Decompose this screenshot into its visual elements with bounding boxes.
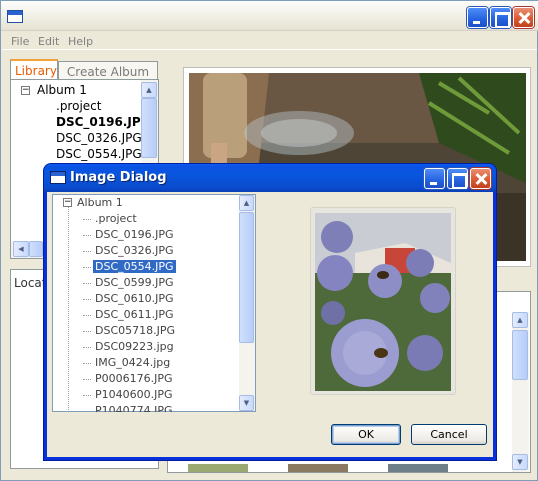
tree-item-label: DSC_0196.JPG: [95, 228, 174, 241]
tree-item[interactable]: P0006176.JPG: [53, 371, 238, 387]
tree-item-label: IMG_0424.jpg: [95, 356, 171, 369]
tree-item-label: .project: [56, 99, 102, 113]
tree-item[interactable]: DSC09223.jpg: [53, 339, 238, 355]
tree-item-label: DSC_0599.JPG: [95, 276, 174, 289]
tree-item[interactable]: IMG_0424.jpg: [53, 355, 238, 371]
tree-item[interactable]: .project: [53, 211, 238, 227]
scroll-down-button[interactable]: ▼: [239, 395, 254, 411]
tree-item-label: DSC_0326.JPG: [95, 244, 174, 257]
scroll-left-button[interactable]: ◀: [13, 241, 29, 257]
tree-item-label: DSC09223.jpg: [95, 340, 174, 353]
collapse-icon[interactable]: −: [63, 198, 72, 207]
maximize-button[interactable]: [490, 7, 511, 28]
tree-item[interactable]: DSC_0610.JPG: [53, 291, 238, 307]
tree-item-label: DSC_0554.JPG: [93, 260, 176, 273]
tree-root-label: Album 1: [77, 196, 123, 209]
tree-item-label: DSC_0326.JPG: [56, 131, 142, 145]
chevron-left-icon: ◀: [18, 244, 24, 253]
tab-library[interactable]: Library: [10, 59, 58, 79]
tree-item-label: DSC_0610.JPG: [95, 292, 174, 305]
tree-item-label: P0006176.JPG: [95, 372, 173, 385]
main-titlebar[interactable]: [1, 1, 538, 31]
tree-item-label: P1040600.JPG: [95, 388, 173, 401]
menu-help[interactable]: Help: [68, 35, 93, 48]
dialog-maximize-button[interactable]: [447, 168, 468, 189]
image-preview-frame: [310, 207, 456, 395]
tree-item[interactable]: DSC_0599.JPG: [53, 275, 238, 291]
tree-root[interactable]: − Album 1: [11, 83, 141, 99]
thumbnail[interactable]: [188, 464, 248, 472]
preview-image: [315, 213, 451, 391]
cancel-button[interactable]: Cancel: [411, 424, 487, 445]
dialog-window-icon: [50, 171, 66, 184]
tree-item-label: .project: [95, 212, 137, 225]
tree-item[interactable]: .project: [11, 99, 141, 115]
chevron-down-icon: ▼: [517, 457, 523, 466]
chevron-up-icon: ▲: [243, 198, 250, 207]
tree-item[interactable]: DSC_0326.JPG: [53, 243, 238, 259]
tree-item[interactable]: DSC_0196.JPG: [53, 227, 238, 243]
dialog-tree-vscroll[interactable]: ▲ ▼: [239, 195, 255, 411]
tree-item-selected[interactable]: DSC_0554.JPG: [53, 259, 238, 275]
scroll-up-button[interactable]: ▲: [239, 195, 254, 211]
thumbnail[interactable]: [388, 464, 448, 472]
tree-item-label: DSC_0196.JPG: [56, 115, 151, 129]
tree-item[interactable]: DSC_0326.JPG: [11, 131, 142, 147]
tree-item-label: DSC_0611.JPG: [95, 308, 174, 321]
tree-item-label: DSC_0554.JPG: [56, 147, 142, 161]
dialog-minimize-button[interactable]: [424, 168, 445, 189]
tree-item[interactable]: DSC_0196.JPG: [11, 115, 150, 131]
scroll-thumb[interactable]: [512, 330, 528, 380]
tree-root[interactable]: − Album 1: [53, 195, 238, 211]
chevron-up-icon: ▲: [146, 85, 152, 94]
thumbs-vscroll[interactable]: ▲ ▼: [512, 312, 529, 472]
tree-item[interactable]: P1040774.JPG: [53, 403, 238, 412]
tree-item[interactable]: DSC05718.JPG: [53, 323, 238, 339]
menu-bar: File Edit Help: [2, 32, 537, 50]
tree-root-label: Album 1: [37, 83, 87, 97]
thumbnail[interactable]: [288, 464, 348, 472]
image-dialog: Image Dialog − Album 1 .project DSC_0196…: [44, 164, 496, 460]
tree-item[interactable]: DSC_0611.JPG: [53, 307, 238, 323]
minimize-button[interactable]: [467, 7, 488, 28]
hscroll-thumb[interactable]: [29, 241, 43, 257]
scroll-thumb[interactable]: [141, 98, 157, 158]
scroll-thumb[interactable]: [239, 212, 254, 343]
tree-item[interactable]: P1040600.JPG: [53, 387, 238, 403]
dialog-title: Image Dialog: [70, 170, 167, 185]
scroll-up-button[interactable]: ▲: [512, 312, 528, 328]
dialog-tree: − Album 1 .project DSC_0196.JPG DSC_0326…: [52, 194, 256, 412]
tree-item[interactable]: DSC_0554.JPG: [11, 147, 142, 163]
collapse-icon[interactable]: −: [21, 86, 30, 95]
tab-create-album[interactable]: Create Album: [58, 61, 158, 79]
chevron-up-icon: ▲: [517, 315, 523, 324]
menu-file[interactable]: File: [11, 35, 29, 48]
image-preview: [315, 213, 451, 391]
ok-button[interactable]: OK: [331, 424, 401, 445]
dialog-close-button[interactable]: [470, 168, 491, 189]
tree-item-label: P1040774.JPG: [95, 404, 173, 412]
scroll-down-button[interactable]: ▼: [512, 454, 528, 470]
window-icon: [7, 10, 23, 23]
tree-item-label: DSC05718.JPG: [95, 324, 176, 337]
dialog-titlebar[interactable]: Image Dialog: [44, 164, 496, 192]
close-button[interactable]: [513, 7, 534, 28]
scroll-up-button[interactable]: ▲: [141, 82, 157, 98]
location-tab-label[interactable]: Locat: [14, 276, 46, 290]
chevron-down-icon: ▼: [243, 398, 250, 407]
menu-edit[interactable]: Edit: [38, 35, 59, 48]
